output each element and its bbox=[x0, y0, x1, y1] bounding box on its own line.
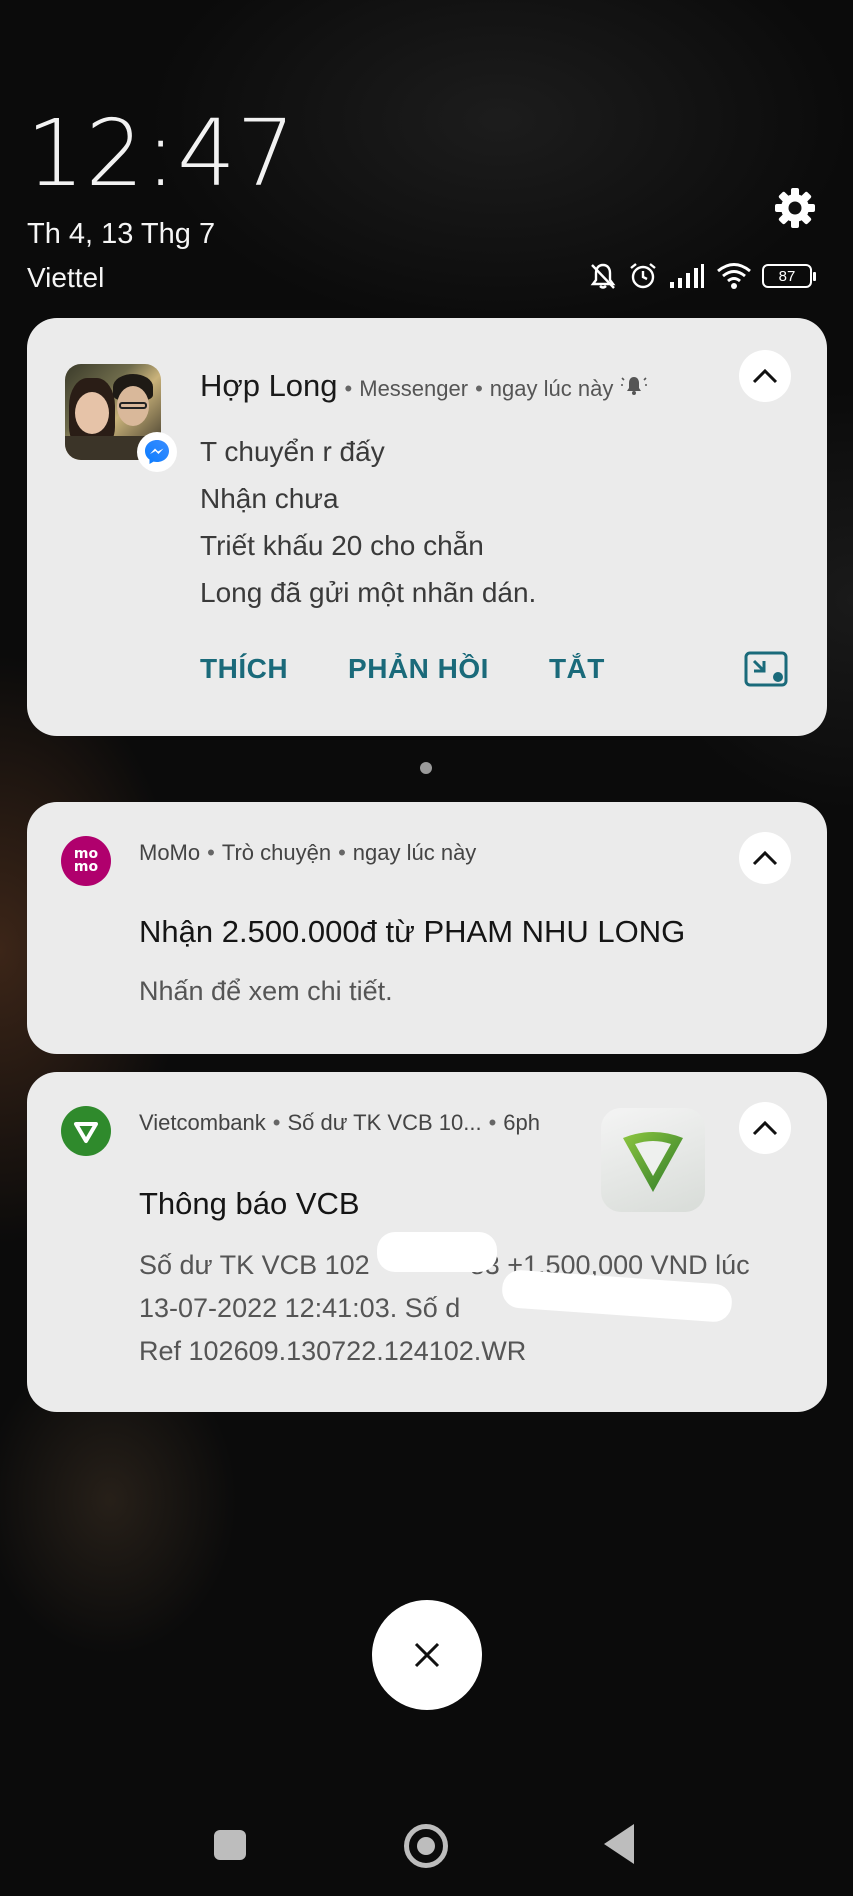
notification-title: Thông báo VCB bbox=[139, 1186, 360, 1221]
app-name: Vietcombank bbox=[139, 1110, 266, 1135]
bubble-expand-icon[interactable] bbox=[744, 651, 788, 687]
lockscreen-clock: 12:47 bbox=[26, 100, 297, 207]
app-name: Messenger bbox=[359, 376, 469, 401]
message-line: Long đã gửi một nhãn dán. bbox=[200, 577, 537, 608]
recents-button[interactable] bbox=[214, 1830, 246, 1860]
page-indicator-dot bbox=[420, 762, 432, 774]
close-icon bbox=[414, 1642, 440, 1668]
notification-header: Hợp Long • Messenger • ngay lúc này bbox=[200, 368, 648, 404]
message-line: Triết khấu 20 cho chẵn bbox=[200, 530, 484, 561]
message-line: Nhận chưa bbox=[200, 483, 339, 514]
mute-button[interactable]: TẮT bbox=[549, 653, 605, 685]
notification-body: Nhấn để xem chi tiết. bbox=[139, 976, 393, 1006]
clear-all-notifications-button[interactable] bbox=[372, 1600, 482, 1710]
collapse-button[interactable] bbox=[739, 1102, 791, 1154]
notification-time: ngay lúc này bbox=[352, 840, 477, 865]
lockscreen-date: Th 4, 13 Thg 7 bbox=[27, 218, 216, 250]
collapse-button[interactable] bbox=[739, 350, 791, 402]
messenger-notification[interactable]: Hợp Long • Messenger • ngay lúc này T ch… bbox=[27, 318, 827, 736]
signal-icon bbox=[670, 264, 704, 288]
battery-icon: 87 bbox=[762, 264, 816, 288]
redaction-mark bbox=[377, 1232, 497, 1272]
vcb-notification[interactable]: Vietcombank • Số dư TK VCB 10... • 6ph T… bbox=[27, 1072, 827, 1412]
settings-gear-icon[interactable] bbox=[770, 183, 820, 233]
navigation-bar bbox=[0, 1800, 853, 1890]
notification-time: ngay lúc này bbox=[489, 376, 614, 401]
notification-actions: THÍCH PHẢN HỒI TẮT bbox=[200, 653, 605, 685]
notification-header: Vietcombank • Số dư TK VCB 10... • 6ph bbox=[139, 1110, 540, 1135]
wifi-icon bbox=[717, 263, 751, 289]
chevron-up-icon bbox=[752, 1120, 778, 1136]
battery-level: 87 bbox=[778, 267, 796, 285]
notification-header: MoMo • Trò chuyện • ngay lúc này bbox=[139, 840, 477, 865]
vietcombank-icon bbox=[61, 1106, 111, 1156]
collapse-button[interactable] bbox=[739, 832, 791, 884]
notification-subtitle: Số dư TK VCB 10... bbox=[287, 1110, 482, 1135]
message-lines: T chuyển r đấy Nhận chưa Triết khấu 20 c… bbox=[200, 428, 536, 616]
app-name: MoMo bbox=[139, 840, 201, 865]
notification-time: 6ph bbox=[503, 1110, 540, 1135]
vietcombank-logo-thumbnail bbox=[601, 1108, 705, 1212]
reply-button[interactable]: PHẢN HỒI bbox=[348, 653, 489, 685]
carrier-name: Viettel bbox=[27, 262, 105, 293]
notification-category: Trò chuyện bbox=[221, 840, 332, 865]
messenger-icon bbox=[137, 432, 177, 472]
message-line: T chuyển r đấy bbox=[200, 436, 385, 467]
like-button[interactable]: THÍCH bbox=[200, 653, 288, 685]
home-button[interactable] bbox=[404, 1824, 448, 1868]
alarm-icon bbox=[630, 263, 656, 289]
status-bar-icons: 87 bbox=[588, 258, 816, 294]
momo-notification[interactable]: mo mo MoMo • Trò chuyện • ngay lúc này N… bbox=[27, 802, 827, 1054]
back-button[interactable] bbox=[604, 1824, 634, 1864]
bell-ringing-icon bbox=[621, 377, 648, 395]
notification-title: Nhận 2.500.000đ từ PHAM NHU LONG bbox=[139, 914, 686, 949]
momo-icon: mo mo bbox=[61, 836, 111, 886]
chevron-up-icon bbox=[752, 368, 778, 384]
chevron-up-icon bbox=[752, 850, 778, 866]
bell-off-icon bbox=[590, 263, 616, 289]
sender-name: Hợp Long bbox=[200, 368, 338, 403]
